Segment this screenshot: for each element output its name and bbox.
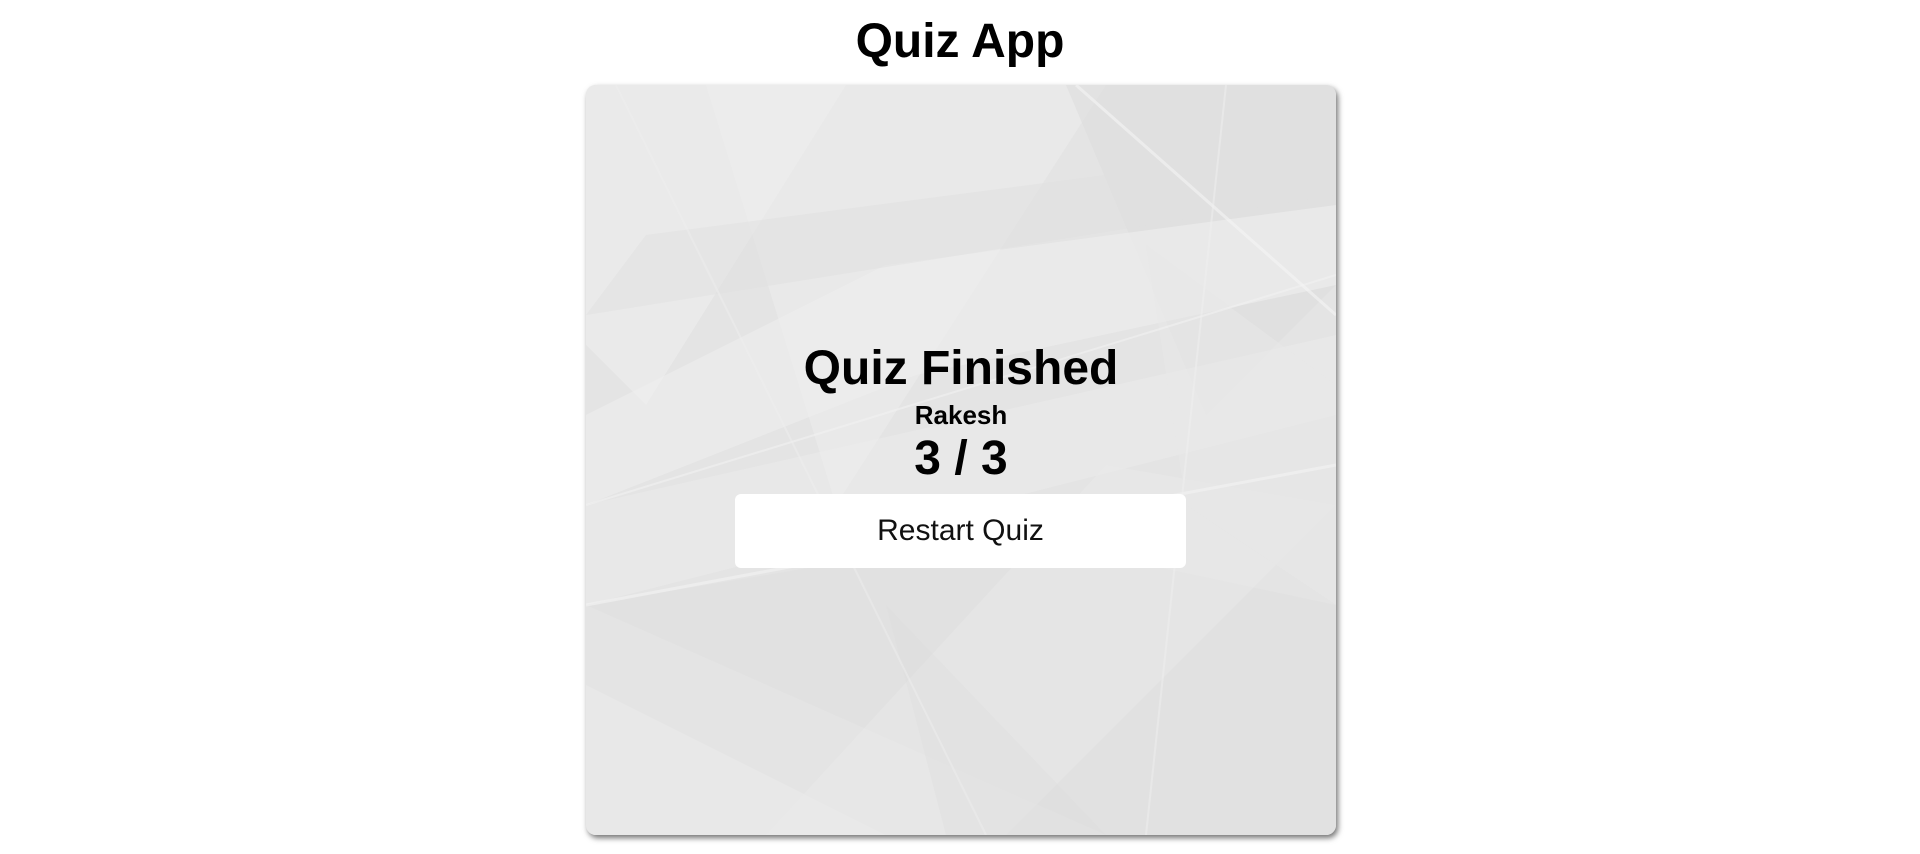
result-content: Quiz Finished Rakesh 3 / 3 Restart Quiz	[586, 85, 1336, 835]
result-heading: Quiz Finished	[803, 342, 1119, 395]
app-title: Quiz App	[855, 15, 1065, 68]
restart-quiz-button[interactable]: Restart Quiz	[735, 494, 1186, 568]
quiz-result-card: Quiz Finished Rakesh 3 / 3 Restart Quiz	[586, 85, 1336, 835]
score-display: 3 / 3	[914, 432, 1008, 485]
player-name: Rakesh	[914, 400, 1008, 430]
